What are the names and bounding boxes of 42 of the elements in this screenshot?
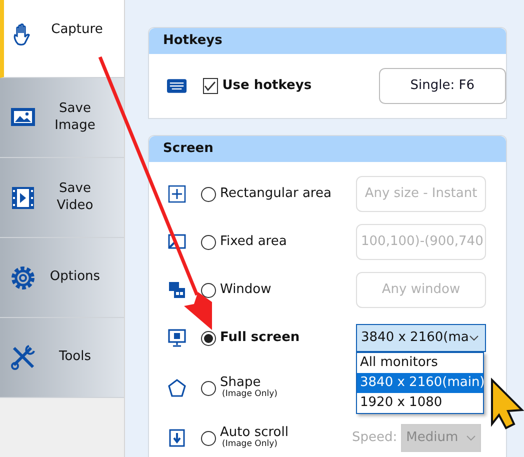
crosshair-icon [167, 184, 187, 204]
sidebar-tab[interactable]: Tools [0, 318, 124, 398]
sidebar-tab[interactable]: Options [0, 238, 124, 318]
checkbox-label: Use hotkeys [222, 77, 313, 96]
radio-button[interactable] [201, 282, 216, 298]
radio-button[interactable] [201, 186, 216, 202]
tools-icon [10, 344, 36, 370]
caret-icon [469, 335, 479, 341]
keyboard-icon [167, 79, 187, 93]
area-icon [167, 232, 187, 252]
scroll-down-icon [167, 428, 187, 448]
gear-icon [10, 264, 36, 290]
radio-button[interactable] [201, 380, 216, 396]
option-label: Window [220, 282, 272, 297]
option-note: (Image Only) [222, 390, 278, 400]
film-icon [10, 184, 36, 210]
option-label: Full screen [220, 330, 300, 345]
sidebar-tab[interactable]: Save Image [0, 78, 124, 158]
panel-title: Hotkeys [149, 28, 506, 54]
dropdown-option[interactable]: 3840 x 2160(main) [357, 373, 483, 393]
radio-button[interactable] [201, 430, 216, 446]
panel-title: Screen [149, 136, 506, 162]
hotkey-button[interactable]: Single: F6 [378, 68, 506, 104]
option-note: (Image Only) [222, 440, 278, 450]
option-label: Shape [220, 375, 261, 390]
checkbox[interactable] [202, 78, 218, 94]
option-label: Auto scroll [220, 425, 288, 440]
mouse-cursor-icon [491, 378, 524, 430]
option-label: Fixed area [220, 234, 287, 249]
radio-button[interactable] [201, 234, 216, 250]
pentagon-icon [167, 378, 187, 398]
radio-button[interactable] [201, 330, 216, 346]
dropdown-option[interactable]: 1920 x 1080 [357, 393, 483, 413]
option-label: Rectangular area [220, 186, 332, 201]
speed-select: Medium [401, 424, 482, 452]
caret-icon [466, 435, 476, 441]
monitor-icon [167, 328, 187, 348]
sidebar-tab[interactable]: Capture [0, 0, 124, 78]
windows-icon [167, 280, 187, 300]
speed-label: Speed: [352, 429, 398, 448]
sidebar-tab[interactable]: Save Video [0, 158, 124, 238]
dropdown-option[interactable]: All monitors [357, 353, 483, 373]
